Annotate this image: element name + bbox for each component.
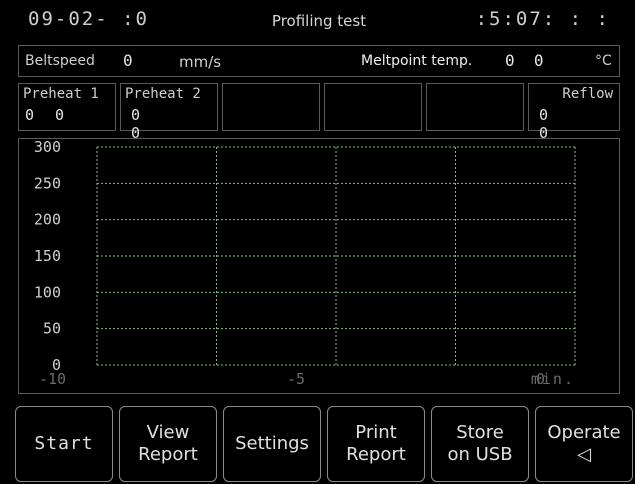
temperature-chart: 300 250 200 150 100 50 0 -10 -5 0 min. xyxy=(18,138,620,394)
button-label: Operate xyxy=(547,422,621,443)
view-report-button[interactable]: View Report xyxy=(119,406,217,482)
zone-4 xyxy=(324,83,422,131)
beltspeed-label: Beltspeed xyxy=(25,53,95,69)
x-axis-unit-label: min. xyxy=(531,370,575,388)
zone-value: 0 0 xyxy=(539,106,579,142)
button-label-line2: on USB xyxy=(447,444,513,465)
x-tick-label: -5 xyxy=(287,370,305,388)
y-tick-label: 50 xyxy=(43,320,61,338)
button-label-line2: Report xyxy=(138,444,198,465)
meltpoint-value: 0 0 xyxy=(505,51,544,70)
zone-preheat-2: Preheat 2 0 0 xyxy=(120,83,218,142)
button-label: Settings xyxy=(235,433,309,454)
operate-button[interactable]: Operate ◁ xyxy=(535,406,633,482)
meltpoint-unit: °C xyxy=(595,53,612,69)
store-on-usb-button[interactable]: Store on USB xyxy=(431,406,529,482)
zone-reflow: Reflow 0 0 xyxy=(528,83,620,142)
y-tick-label: 200 xyxy=(34,211,61,229)
y-tick-label: 250 xyxy=(34,174,61,192)
print-report-button[interactable]: Print Report xyxy=(327,406,425,482)
info-bar: Beltspeed 0 mm/s Meltpoint temp. 0 0 °C xyxy=(18,45,620,77)
header-bar: 09-02- :0 Profiling test :5:07: : : xyxy=(18,6,620,36)
zone-name: Preheat 1 xyxy=(23,86,99,102)
y-tick-label: 100 xyxy=(34,283,61,301)
button-label: Start xyxy=(34,433,94,454)
settings-button[interactable]: Settings xyxy=(223,406,321,482)
zone-name: Reflow xyxy=(562,86,613,102)
button-label: View xyxy=(146,422,190,443)
time-display: :5:07: : : xyxy=(475,8,610,30)
zone-3 xyxy=(222,83,320,131)
chart-canvas: 300250200150100500-10 -5 0min. xyxy=(34,138,576,388)
zone-preheat-1: Preheat 1 0 0 xyxy=(18,83,116,131)
zone-value: 0 0 xyxy=(131,106,171,142)
button-label-line2: Report xyxy=(346,444,406,465)
button-label: Print xyxy=(355,422,397,443)
zone-panel: Preheat 1 0 0 Preheat 2 0 0 Reflow 0 0 xyxy=(18,83,620,142)
back-arrow-icon: ◁ xyxy=(577,444,591,465)
beltspeed-unit: mm/s xyxy=(179,53,222,71)
zone-5 xyxy=(426,83,524,131)
y-tick-label: 300 xyxy=(34,139,61,156)
zone-name: Preheat 2 xyxy=(125,86,201,102)
oven-profiler-screen: 09-02- :0 Profiling test :5:07: : : Belt… xyxy=(0,0,635,484)
x-tick-label: -10 xyxy=(39,370,66,388)
zone-value: 0 0 xyxy=(25,106,71,124)
meltpoint-label: Meltpoint temp. xyxy=(361,53,473,69)
beltspeed-value: 0 xyxy=(123,51,133,70)
start-button[interactable]: Start xyxy=(15,406,113,482)
button-label: Store xyxy=(456,422,504,443)
y-tick-label: 150 xyxy=(34,247,61,265)
